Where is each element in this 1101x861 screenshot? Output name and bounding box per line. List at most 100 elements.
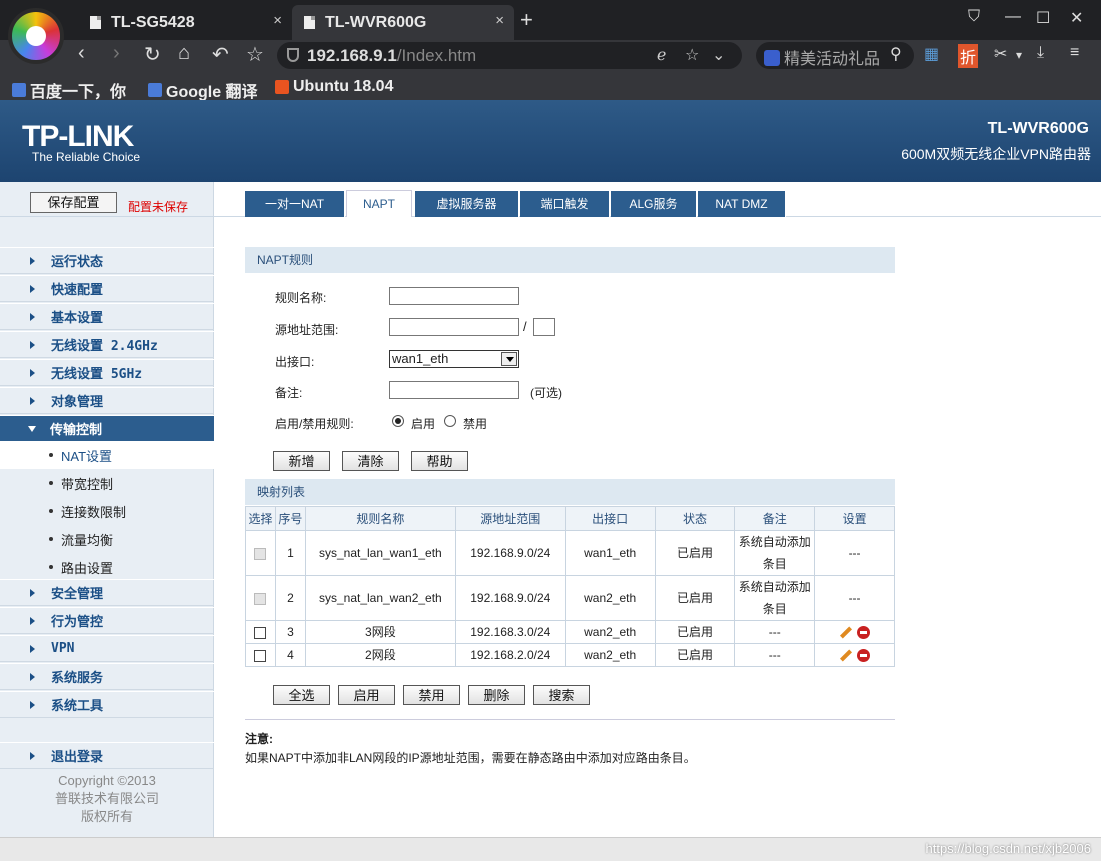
submenu-nat[interactable]: NAT设置 <box>0 441 214 469</box>
discount-icon[interactable]: 折 <box>958 44 979 68</box>
row-checkbox[interactable] <box>254 626 267 639</box>
row-setting: --- <box>814 530 895 576</box>
delete-icon[interactable] <box>857 626 871 640</box>
copyright: Copyright ©2013 普联技术有限公司 版权所有 <box>54 773 159 824</box>
ie-mode-icon[interactable]: ℯ <box>657 45 666 65</box>
clear-button[interactable]: 清除 <box>342 451 399 471</box>
browser-logo-icon[interactable] <box>8 8 64 64</box>
maximize-button[interactable]: ☐ <box>1036 8 1050 28</box>
back-icon[interactable]: ‹ <box>78 42 85 65</box>
tagline: The Reliable Choice <box>32 150 141 164</box>
bookmark-star-icon[interactable]: ☆ <box>246 42 264 67</box>
sidebar: 保存配置 配置未保存 运行状态 快速配置 基本设置 无线设置 2.4GHz 无线… <box>0 182 214 837</box>
search-icon[interactable]: ⚲ <box>890 44 902 64</box>
src-mask-input[interactable] <box>533 318 555 336</box>
notes: 注意: 如果NAPT中添加非LAN网段的IP源地址范围，需要在静态路由中添加对应… <box>245 719 895 766</box>
disable-radio[interactable] <box>444 415 456 427</box>
note-input[interactable] <box>389 381 519 399</box>
chevron-down-icon <box>501 352 517 366</box>
out-interface-select[interactable]: wan1_eth <box>389 350 519 368</box>
chevron-down-icon[interactable]: ⌄ <box>712 45 725 65</box>
menu-item-status[interactable]: 运行状态 <box>0 247 214 274</box>
delete-icon[interactable] <box>857 649 871 663</box>
menu-item-security[interactable]: 安全管理 <box>0 579 214 606</box>
tab-virtual-server[interactable]: 虚拟服务器 <box>415 191 519 217</box>
forward-icon[interactable]: › <box>113 42 120 65</box>
row-status: 已启用 <box>654 643 736 667</box>
menu-item-services[interactable]: 系统服务 <box>0 663 214 690</box>
bullet-icon <box>49 481 53 485</box>
mapping-list-header: 映射列表 <box>245 479 895 505</box>
menu-item-vpn[interactable]: VPN <box>0 635 214 662</box>
bookmark-baidu[interactable]: 百度一下，你 <box>12 78 126 102</box>
download-icon[interactable]: ⤓ <box>1037 44 1044 62</box>
bookmark-ubuntu[interactable]: Ubuntu 18.04 <box>275 78 393 96</box>
close-window-button[interactable]: ✕ <box>1070 8 1083 28</box>
row-name: 2网段 <box>304 643 456 667</box>
menu-item-wireless-24[interactable]: 无线设置 2.4GHz <box>0 331 214 358</box>
browser-tab-2[interactable]: TL-WVR600G × <box>292 5 514 40</box>
tab-napt[interactable]: NAPT <box>346 190 412 217</box>
enable-selected-button[interactable]: 启用 <box>338 685 395 705</box>
menu-item-objects[interactable]: 对象管理 <box>0 387 214 414</box>
undo-icon[interactable]: ↶ <box>212 42 229 67</box>
close-tab-icon[interactable]: × <box>495 12 504 29</box>
row-out: wan1_eth <box>564 530 656 576</box>
chevron-right-icon <box>30 284 35 293</box>
reload-icon[interactable]: ↻ <box>144 42 161 67</box>
submenu-load-balance[interactable]: 流量均衡 <box>0 525 214 553</box>
menu-item-behavior[interactable]: 行为管控 <box>0 607 214 634</box>
home-icon[interactable]: ⌂ <box>178 42 190 65</box>
edit-icon[interactable] <box>839 649 853 663</box>
row-checkbox[interactable] <box>254 649 267 662</box>
menu-item-transport[interactable]: 传输控制 <box>0 415 214 442</box>
tab-nat-dmz[interactable]: NAT DMZ <box>698 191 786 217</box>
menu-item-logout[interactable]: 退出登录 <box>0 742 214 769</box>
row-src: 192.168.9.0/24 <box>454 575 566 621</box>
enable-radio-label: 启用 <box>411 417 436 431</box>
edit-icon[interactable] <box>839 626 853 640</box>
browser-tab-1[interactable]: TL-SG5428 × <box>78 5 292 40</box>
table-row: 4 2网段 192.168.2.0/24 wan2_eth 已启用 --- <box>245 643 895 667</box>
tab-alg[interactable]: ALG服务 <box>611 191 697 217</box>
close-tab-icon[interactable]: × <box>273 12 282 29</box>
search-button[interactable]: 搜索 <box>533 685 590 705</box>
minimize-button[interactable]: — <box>1005 8 1021 26</box>
new-tab-button[interactable]: + <box>520 7 533 33</box>
address-bar[interactable]: 192.168.9.1/Index.htm ℯ ☆ ⌄ <box>277 42 742 69</box>
save-config-button[interactable]: 保存配置 <box>30 192 117 213</box>
add-button[interactable]: 新增 <box>273 451 330 471</box>
shirt-icon[interactable]: ⛉ <box>968 8 980 26</box>
src-ip-input[interactable] <box>389 318 519 336</box>
chevron-down-icon[interactable]: ▾ <box>1016 48 1022 62</box>
enable-radio[interactable] <box>392 415 404 427</box>
chevron-right-icon <box>30 368 35 377</box>
document-icon <box>304 16 315 29</box>
col-note: 备注 <box>734 506 816 531</box>
submenu-conn-limit[interactable]: 连接数限制 <box>0 497 214 525</box>
submenu-routing[interactable]: 路由设置 <box>0 553 214 581</box>
row-setting <box>814 620 895 644</box>
menu-item-quick-setup[interactable]: 快速配置 <box>0 275 214 302</box>
apps-icon[interactable]: ▦ <box>924 44 939 64</box>
menu-item-basic[interactable]: 基本设置 <box>0 303 214 330</box>
bookmark-google-translate[interactable]: Google 翻译 <box>148 78 258 102</box>
help-button[interactable]: 帮助 <box>411 451 468 471</box>
row-out: wan2_eth <box>564 575 656 621</box>
menu-item-tools[interactable]: 系统工具 <box>0 691 214 718</box>
disable-selected-button[interactable]: 禁用 <box>403 685 460 705</box>
tab-port-trigger[interactable]: 端口触发 <box>520 191 610 217</box>
delete-selected-button[interactable]: 删除 <box>468 685 525 705</box>
menu-icon[interactable]: ≡ <box>1070 44 1079 62</box>
favorite-icon[interactable]: ☆ <box>685 45 699 65</box>
scissors-icon[interactable]: ✂ <box>994 44 1007 64</box>
submenu-bandwidth[interactable]: 带宽控制 <box>0 469 214 497</box>
col-setting: 设置 <box>814 506 895 531</box>
rule-name-input[interactable] <box>389 287 519 305</box>
watermark-text: https://blog.csdn.net/xjb2006 <box>925 841 1091 856</box>
chevron-right-icon <box>30 616 35 625</box>
browser-toolbar: ‹ › ↻ ⌂ ↶ ☆ 192.168.9.1/Index.htm ℯ ☆ ⌄ … <box>0 40 1101 72</box>
menu-item-wireless-5[interactable]: 无线设置 5GHz <box>0 359 214 386</box>
select-all-button[interactable]: 全选 <box>273 685 330 705</box>
tab-one-to-one-nat[interactable]: 一对一NAT <box>245 191 345 217</box>
